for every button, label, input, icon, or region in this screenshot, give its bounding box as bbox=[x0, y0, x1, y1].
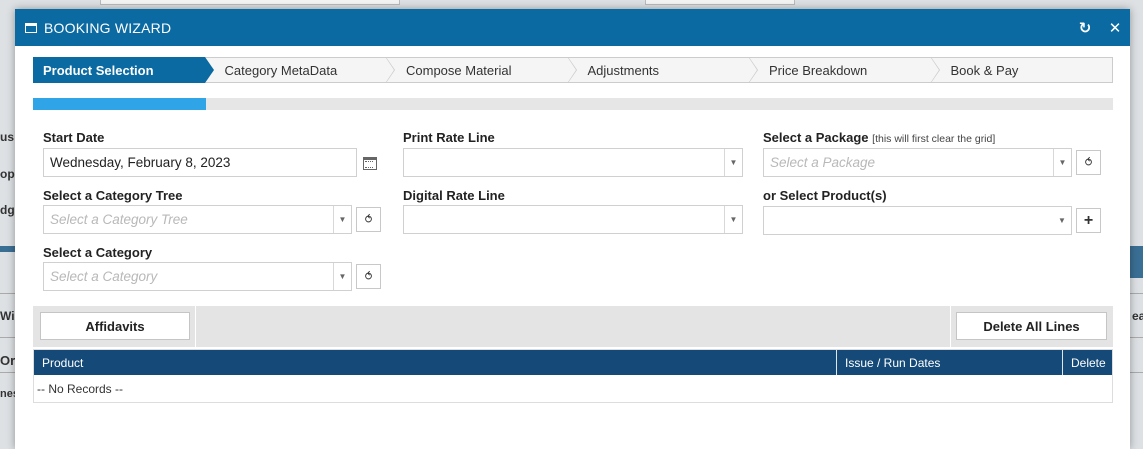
package-refresh-button[interactable]: ⥀ bbox=[1076, 150, 1101, 175]
chevron-down-icon[interactable]: ▼ bbox=[333, 206, 351, 233]
dialog-title: BOOKING WIZARD bbox=[44, 19, 172, 36]
dialog-header: BOOKING WIZARD ↻ ✕ bbox=[15, 9, 1130, 46]
column-header-product[interactable]: Product bbox=[34, 350, 837, 375]
package-placeholder: Select a Package bbox=[770, 155, 876, 170]
package-label: Select a Package [this will first clear … bbox=[763, 130, 995, 145]
toolbar-divider bbox=[950, 306, 951, 347]
category-tree-refresh-button[interactable]: ⥀ bbox=[356, 207, 381, 232]
background-text: Or bbox=[0, 353, 16, 368]
digital-rate-line-label: Digital Rate Line bbox=[403, 188, 505, 203]
grid-header: Product Issue / Run Dates Delete bbox=[34, 350, 1112, 375]
wizard-progress-bar bbox=[33, 98, 1113, 110]
category-label: Select a Category bbox=[43, 245, 153, 260]
window-icon bbox=[25, 22, 37, 33]
background-bar bbox=[1130, 246, 1143, 278]
chevron-down-icon[interactable]: ▼ bbox=[1053, 207, 1071, 234]
background-divider bbox=[1130, 372, 1143, 373]
plus-icon: + bbox=[1083, 211, 1094, 229]
category-tree-placeholder: Select a Category Tree bbox=[50, 212, 188, 227]
category-select[interactable]: Select a Category ▼ bbox=[43, 262, 352, 291]
background-divider bbox=[0, 337, 15, 338]
start-date-input[interactable]: Wednesday, February 8, 2023 bbox=[43, 148, 357, 177]
package-hint: [this will first clear the grid] bbox=[872, 133, 996, 145]
toolbar-divider bbox=[195, 306, 196, 347]
category-tree-label: Select a Category Tree bbox=[43, 188, 183, 203]
background-input bbox=[645, 0, 795, 5]
grid-empty-row: -- No Records -- bbox=[37, 381, 124, 396]
chevron-down-icon[interactable]: ▼ bbox=[724, 149, 742, 176]
progress-fill bbox=[33, 98, 206, 110]
add-product-button[interactable]: + bbox=[1076, 208, 1101, 233]
category-tree-select[interactable]: Select a Category Tree ▼ bbox=[43, 205, 352, 234]
package-label-text: Select a Package bbox=[763, 130, 869, 145]
step-book-and-pay[interactable]: Book & Pay bbox=[930, 57, 1113, 83]
step-adjustments[interactable]: Adjustments bbox=[567, 57, 758, 83]
column-header-delete[interactable]: Delete bbox=[1063, 350, 1112, 375]
print-rate-line-select[interactable]: ▼ bbox=[403, 148, 743, 177]
step-price-breakdown[interactable]: Price Breakdown bbox=[749, 57, 939, 83]
background-divider bbox=[0, 372, 15, 373]
background-input bbox=[100, 0, 400, 5]
print-rate-line-label: Print Rate Line bbox=[403, 130, 495, 145]
category-refresh-button[interactable]: ⥀ bbox=[356, 264, 381, 289]
background-divider bbox=[0, 293, 15, 294]
background-text: us bbox=[0, 130, 15, 144]
affidavits-button[interactable]: Affidavits bbox=[40, 312, 190, 340]
background-bar bbox=[0, 246, 15, 252]
step-category-metadata[interactable]: Category MetaData bbox=[204, 57, 395, 83]
booking-wizard-dialog: BOOKING WIZARD ↻ ✕ Product Selection Cat… bbox=[15, 9, 1130, 449]
booking-lines-grid: Product Issue / Run Dates Delete -- No R… bbox=[33, 349, 1113, 403]
step-product-selection[interactable]: Product Selection bbox=[33, 57, 213, 83]
chevron-down-icon[interactable]: ▼ bbox=[333, 263, 351, 290]
category-placeholder: Select a Category bbox=[50, 269, 158, 284]
refresh-icon: ⥀ bbox=[364, 271, 373, 283]
refresh-icon[interactable]: ↻ bbox=[1070, 19, 1100, 37]
start-date-label: Start Date bbox=[43, 130, 105, 145]
start-date-value: Wednesday, February 8, 2023 bbox=[50, 155, 231, 170]
chevron-down-icon[interactable]: ▼ bbox=[724, 206, 742, 233]
background-divider bbox=[1130, 337, 1143, 338]
products-select[interactable]: ▼ bbox=[763, 206, 1072, 235]
wizard-steps: Product Selection Category MetaData Comp… bbox=[33, 57, 1113, 83]
digital-rate-line-select[interactable]: ▼ bbox=[403, 205, 743, 234]
close-icon[interactable]: ✕ bbox=[1100, 19, 1130, 37]
delete-all-lines-button[interactable]: Delete All Lines bbox=[956, 312, 1107, 340]
products-label: or Select Product(s) bbox=[763, 188, 887, 203]
chevron-down-icon[interactable]: ▼ bbox=[1053, 149, 1071, 176]
package-select[interactable]: Select a Package ▼ bbox=[763, 148, 1072, 177]
refresh-icon: ⥀ bbox=[1084, 157, 1093, 169]
calendar-icon[interactable] bbox=[363, 157, 377, 170]
refresh-icon: ⥀ bbox=[364, 214, 373, 226]
step-compose-material[interactable]: Compose Material bbox=[386, 57, 576, 83]
grid-toolbar: Affidavits Delete All Lines bbox=[33, 306, 1113, 347]
background-text: ea bbox=[1132, 309, 1143, 323]
column-header-issue-run-dates[interactable]: Issue / Run Dates bbox=[837, 350, 1063, 375]
background-divider bbox=[1130, 293, 1143, 294]
